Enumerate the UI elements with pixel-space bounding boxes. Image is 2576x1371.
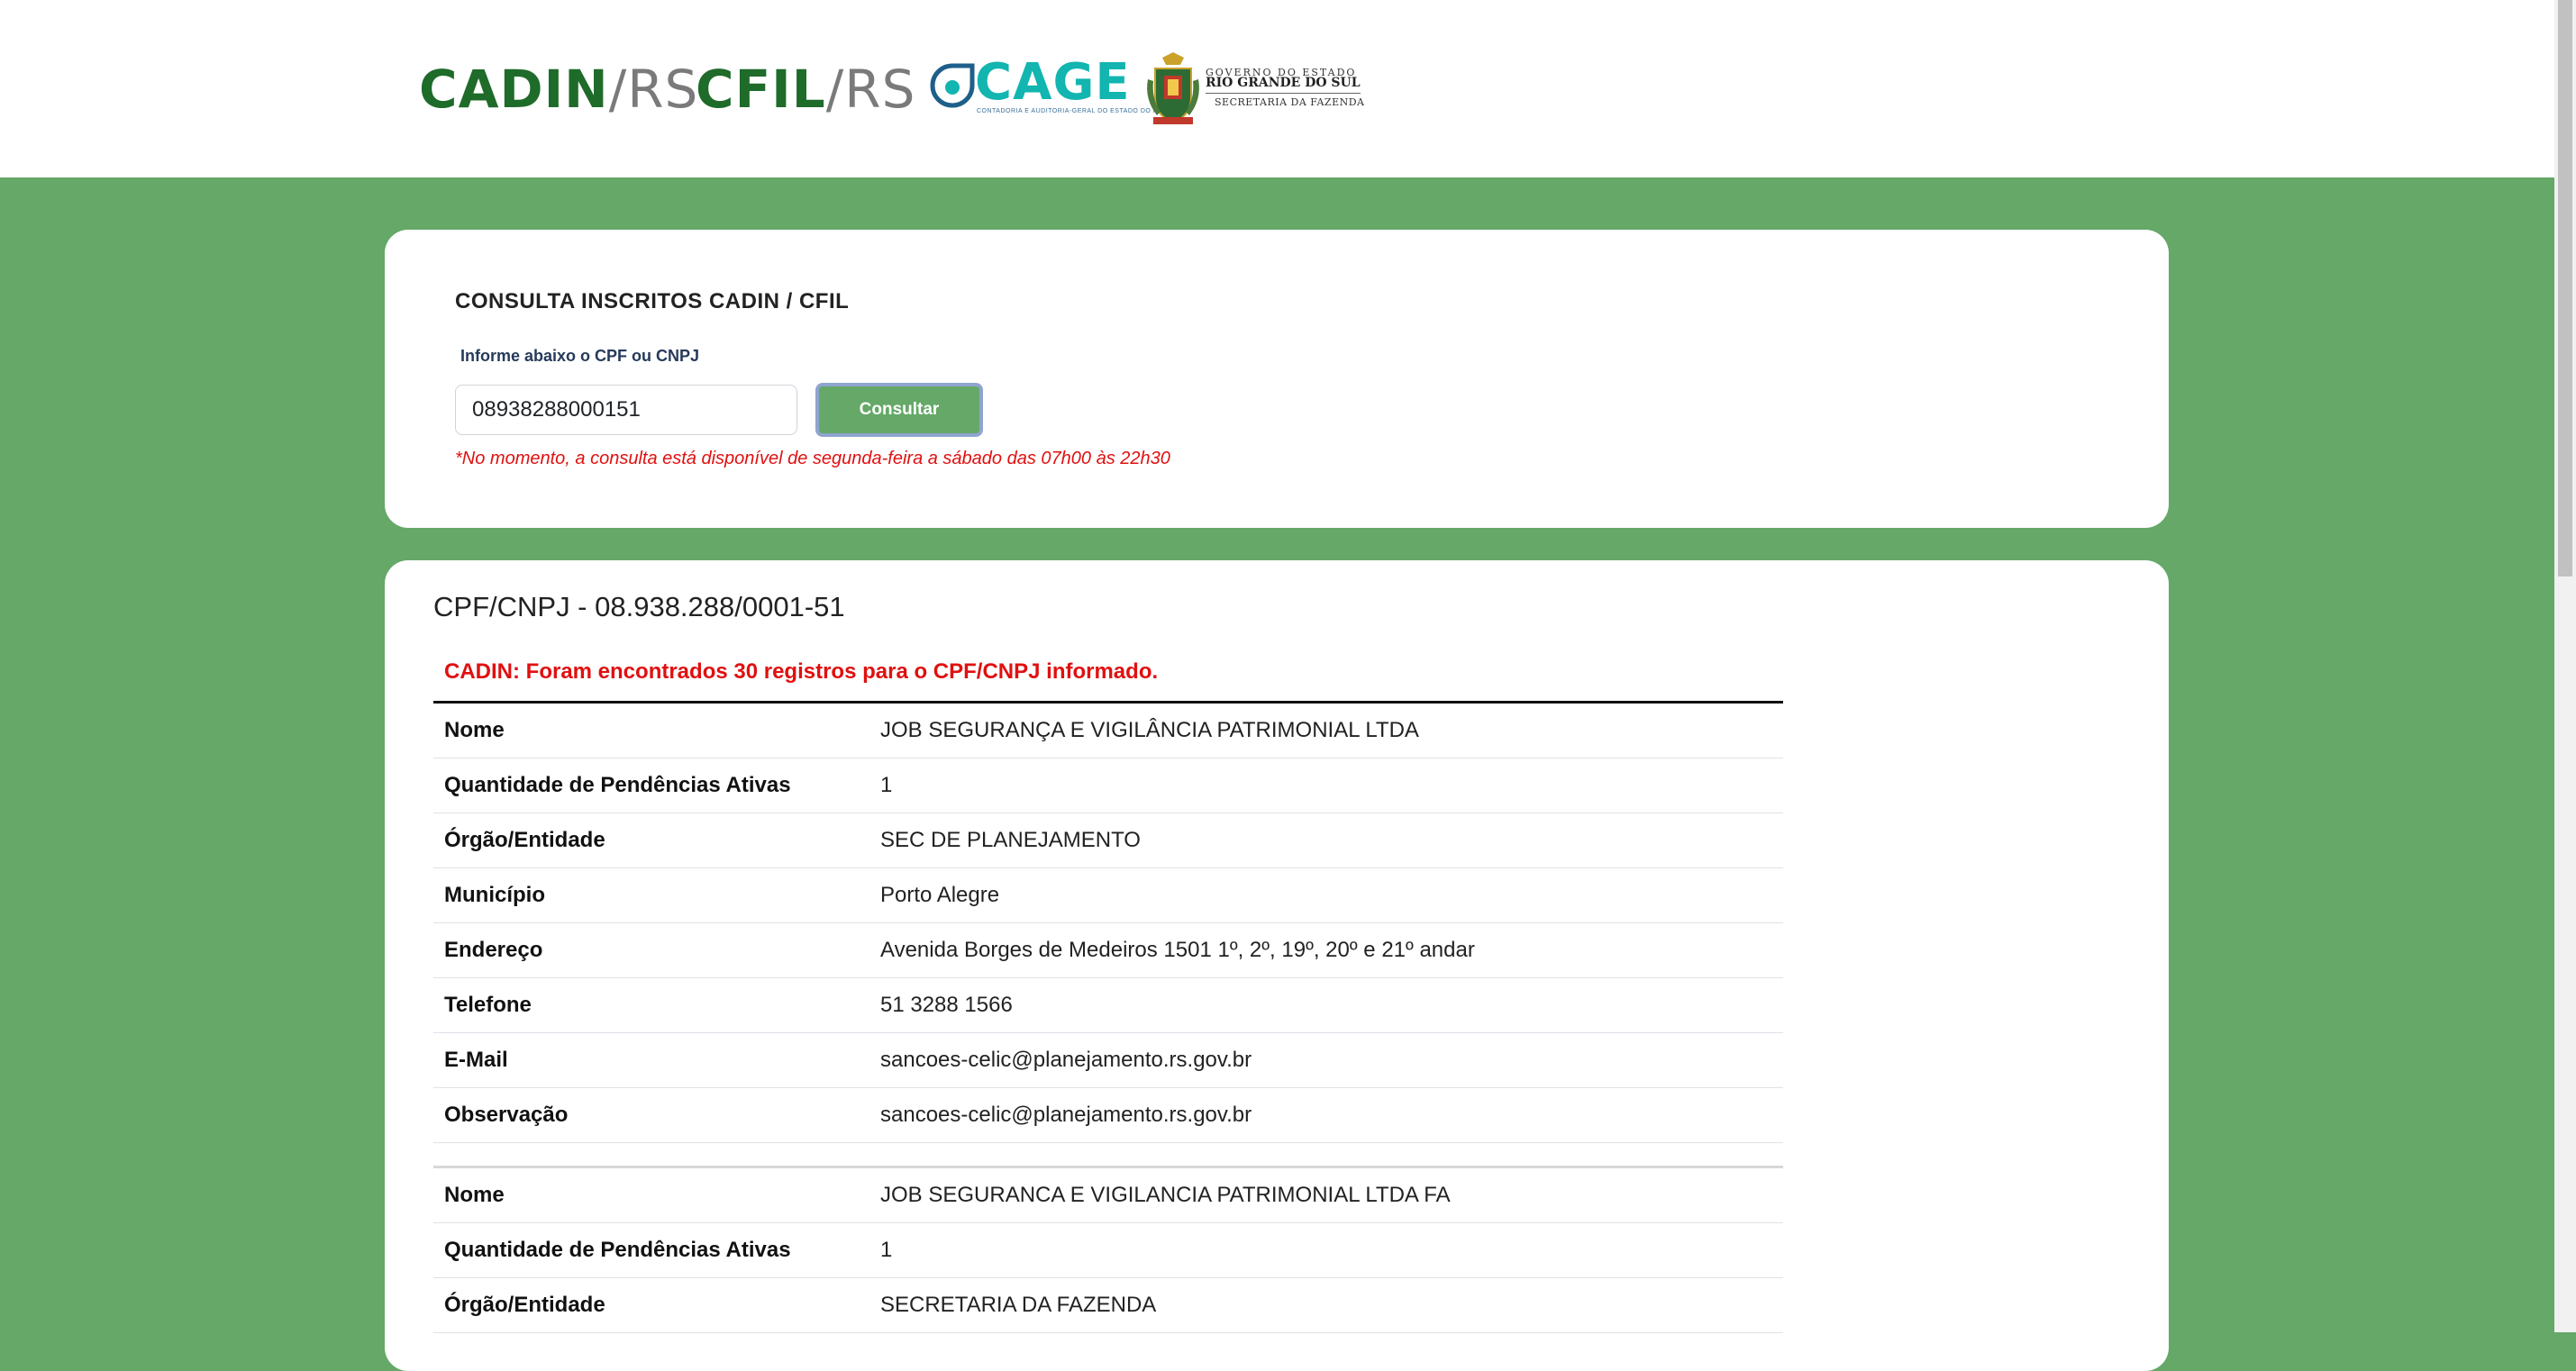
- row-label: Endereço: [433, 922, 869, 978]
- availability-note: *No momento, a consulta está disponível …: [455, 449, 1170, 468]
- row-value: 1: [869, 1222, 1783, 1278]
- row-value: sancoes-celic@planejamento.rs.gov.br: [869, 1032, 1783, 1088]
- search-label: Informe abaixo o CPF ou CNPJ: [460, 347, 700, 365]
- scrollbar-thumb[interactable]: [2558, 0, 2572, 577]
- row-label: Observação: [433, 1087, 869, 1143]
- record-table: Nome JOB SEGURANÇA E VIGILÂNCIA PATRIMON…: [433, 701, 1783, 1143]
- table-row: Órgão/Entidade SECRETARIA DA FAZENDA: [433, 1277, 1783, 1333]
- table-row: Quantidade de Pendências Ativas 1: [433, 1222, 1783, 1278]
- row-label: Nome: [433, 702, 869, 758]
- cage-logo[interactable]: CAGE CONTADORIA E AUDITORIA-GERAL DO EST…: [930, 56, 1162, 119]
- row-label: Telefone: [433, 977, 869, 1033]
- table-row: E-Mail sancoes-celic@planejamento.rs.gov…: [433, 1032, 1783, 1088]
- site-header: CADIN/RS CFIL/RS CAGE CONTADORIA E AUDIT…: [0, 0, 2554, 177]
- cpf-cnpj-input[interactable]: [455, 385, 797, 435]
- table-row: Quantidade de Pendências Ativas 1: [433, 758, 1783, 813]
- table-row: Endereço Avenida Borges de Medeiros 1501…: [433, 922, 1783, 978]
- table-row: Nome JOB SEGURANÇA E VIGILÂNCIA PATRIMON…: [433, 702, 1783, 758]
- table-row: Telefone 51 3288 1566: [433, 977, 1783, 1033]
- row-value: JOB SEGURANCA E VIGILANCIA PATRIMONIAL L…: [869, 1167, 1783, 1223]
- row-value: 1: [869, 758, 1783, 813]
- table-row: Órgão/Entidade SEC DE PLANEJAMENTO: [433, 813, 1783, 868]
- government-logo[interactable]: GOVERNO DO ESTADO RIO GRANDE DO SUL SECR…: [1144, 52, 1364, 128]
- row-label: Quantidade de Pendências Ativas: [433, 758, 869, 813]
- search-card: CONSULTA INSCRITOS CADIN / CFIL Informe …: [385, 230, 2169, 528]
- row-value: SEC DE PLANEJAMENTO: [869, 813, 1783, 868]
- row-value: SECRETARIA DA FAZENDA: [869, 1277, 1783, 1333]
- table-row: Município Porto Alegre: [433, 867, 1783, 923]
- government-logo-line3: SECRETARIA DA FAZENDA: [1215, 96, 1365, 108]
- government-logo-line2: RIO GRANDE DO SUL: [1206, 76, 1361, 94]
- row-value: sancoes-celic@planejamento.rs.gov.br: [869, 1087, 1783, 1143]
- consultar-button[interactable]: Consultar: [815, 383, 983, 437]
- cage-eye-icon: [930, 63, 975, 108]
- search-title: CONSULTA INSCRITOS CADIN / CFIL: [455, 289, 850, 313]
- row-label: Nome: [433, 1167, 869, 1223]
- result-alert: CADIN: Foram encontrados 30 registros pa…: [444, 659, 1159, 684]
- row-label: Órgão/Entidade: [433, 813, 869, 868]
- result-card: CPF/CNPJ - 08.938.288/0001-51 CADIN: For…: [385, 560, 2169, 1371]
- cfil-logo-strong: CFIL: [696, 59, 826, 120]
- row-label: Órgão/Entidade: [433, 1277, 869, 1333]
- row-value: JOB SEGURANÇA E VIGILÂNCIA PATRIMONIAL L…: [869, 702, 1783, 758]
- cadin-logo-strong: CADIN: [419, 59, 609, 120]
- cage-logo-subtitle: CONTADORIA E AUDITORIA-GERAL DO ESTADO D…: [977, 108, 1163, 114]
- row-label: Quantidade de Pendências Ativas: [433, 1222, 869, 1278]
- cadin-logo[interactable]: CADIN/RS: [419, 56, 698, 123]
- table-row: Nome JOB SEGURANCA E VIGILANCIA PATRIMON…: [433, 1167, 1783, 1223]
- result-heading: CPF/CNPJ - 08.938.288/0001-51: [433, 591, 845, 622]
- cfil-logo-light: /RS: [825, 59, 916, 120]
- row-value: Avenida Borges de Medeiros 1501 1º, 2º, …: [869, 922, 1783, 978]
- state-crest-icon: [1147, 52, 1199, 124]
- record-table: Nome JOB SEGURANCA E VIGILANCIA PATRIMON…: [433, 1166, 1783, 1333]
- page-scrollbar[interactable]: [2554, 0, 2576, 1332]
- cadin-logo-light: /RS: [608, 59, 699, 120]
- row-value: Porto Alegre: [869, 867, 1783, 923]
- row-value: 51 3288 1566: [869, 977, 1783, 1033]
- row-label: Município: [433, 867, 869, 923]
- table-row: Observação sancoes-celic@planejamento.rs…: [433, 1087, 1783, 1143]
- cfil-logo[interactable]: CFIL/RS: [696, 56, 915, 123]
- row-label: E-Mail: [433, 1032, 869, 1088]
- cage-logo-word: CAGE: [975, 53, 1131, 112]
